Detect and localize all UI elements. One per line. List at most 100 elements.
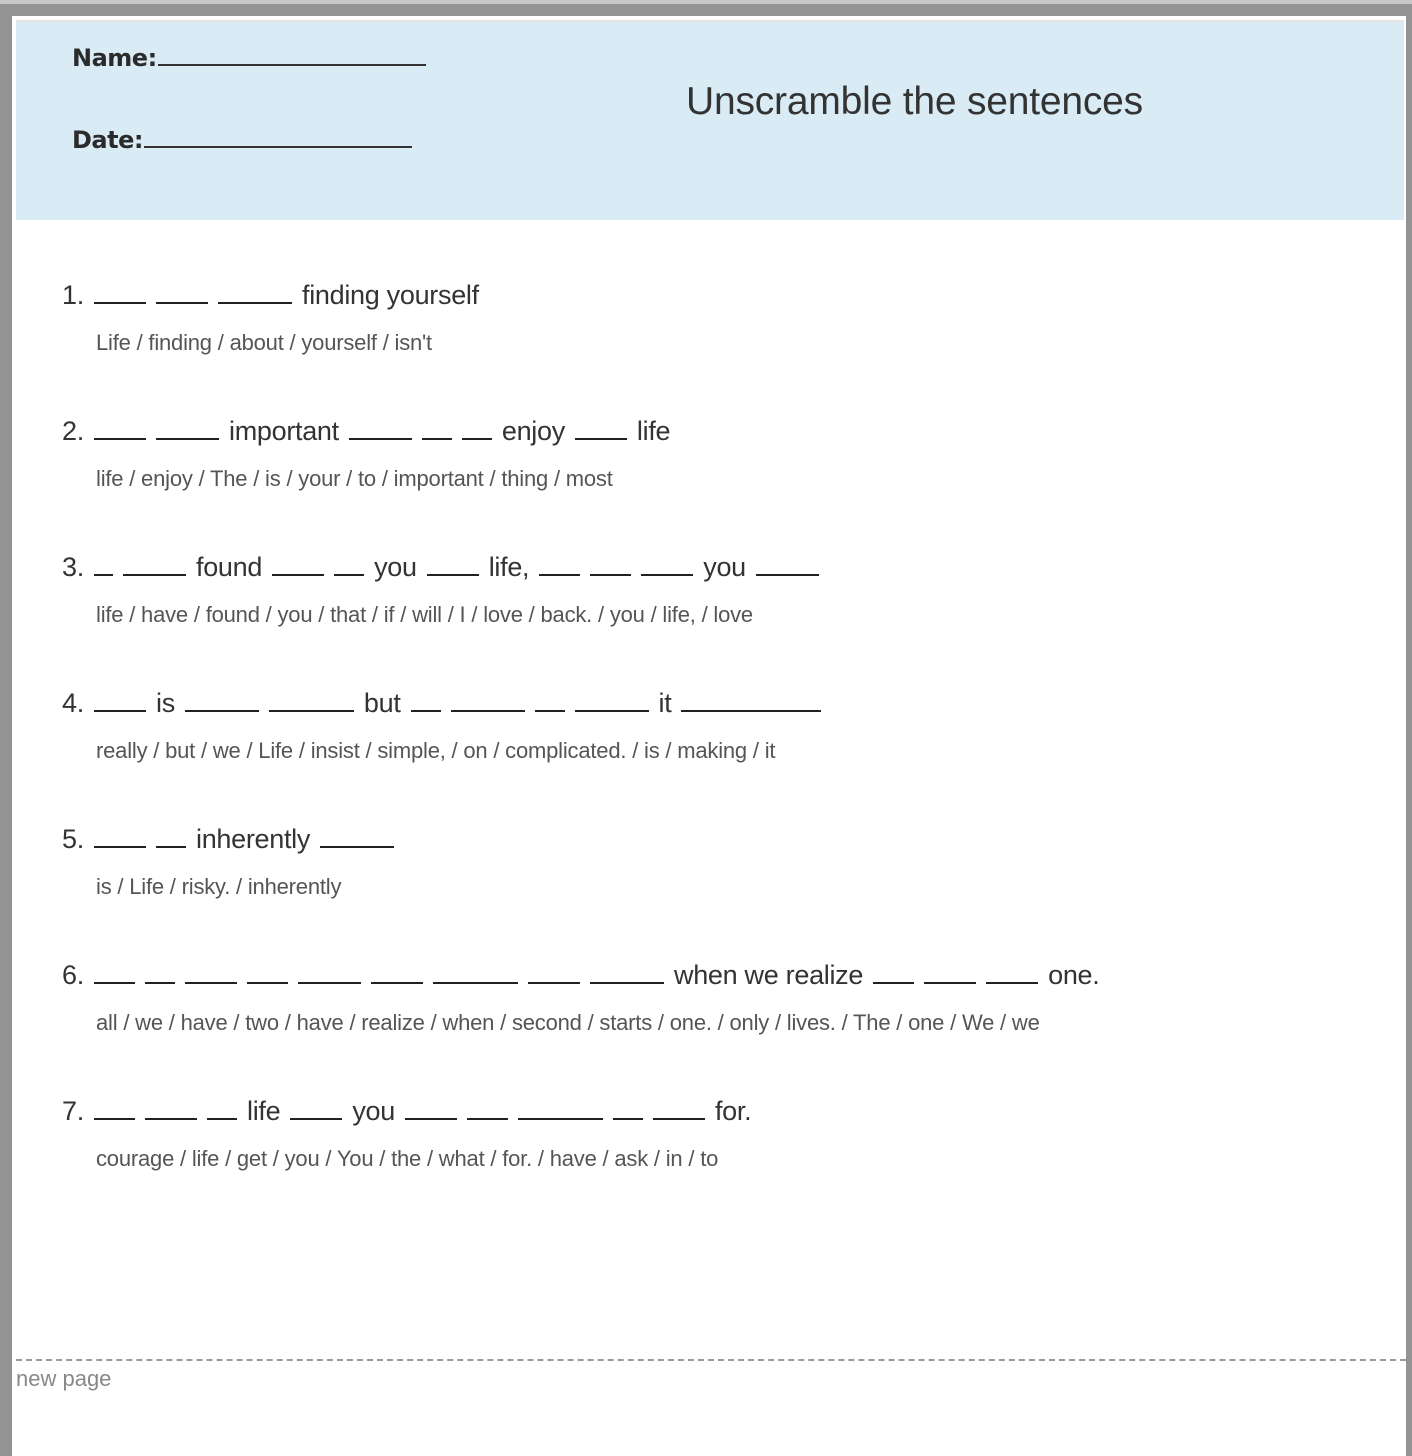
- answer-blank[interactable]: [404, 1094, 457, 1120]
- answer-blank[interactable]: [290, 1094, 343, 1120]
- exercise-item: 1. finding yourself Life / finding / about…: [62, 278, 1362, 414]
- given-word: when we realize: [674, 960, 864, 990]
- answer-blank[interactable]: [218, 278, 292, 304]
- answer-blank[interactable]: [272, 550, 325, 576]
- answer-blank[interactable]: [94, 550, 113, 576]
- given-word: life,: [488, 552, 530, 582]
- answer-blank[interactable]: [156, 822, 186, 848]
- given-word: you: [352, 1096, 395, 1126]
- answer-blank[interactable]: [94, 958, 135, 984]
- given-word: for.: [714, 1096, 752, 1126]
- exercise-number: 6.: [62, 960, 84, 990]
- date-field[interactable]: Date:: [72, 126, 412, 154]
- answer-blank[interactable]: [539, 550, 581, 576]
- answer-blank[interactable]: [184, 686, 259, 712]
- answer-blank[interactable]: [334, 550, 365, 576]
- answer-blank[interactable]: [145, 1094, 197, 1120]
- exercise-number: 5.: [62, 824, 84, 854]
- exercise-item: 6. when we realize one. all / we / have / t…: [62, 958, 1362, 1094]
- answer-blank[interactable]: [641, 550, 694, 576]
- scrambled-word-bank: life / enjoy / The / is / your / to / im…: [96, 466, 613, 491]
- answer-blank[interactable]: [123, 550, 186, 576]
- exercise-number: 4.: [62, 688, 84, 718]
- answer-blank[interactable]: [612, 1094, 643, 1120]
- answer-blank[interactable]: [94, 822, 146, 848]
- scrambled-word-bank: life / have / found / you / that / if / …: [96, 602, 753, 627]
- answer-blank[interactable]: [94, 414, 146, 440]
- answer-blank[interactable]: [94, 1094, 135, 1120]
- answer-blank[interactable]: [450, 686, 525, 712]
- given-word: you: [374, 552, 417, 582]
- exercise-sentence: 2. important enjoy life: [62, 414, 1362, 454]
- answer-blank[interactable]: [320, 822, 395, 848]
- answer-blank[interactable]: [156, 414, 219, 440]
- answer-blank[interactable]: [348, 414, 412, 440]
- given-word: enjoy: [501, 416, 565, 446]
- exercise-number: 7.: [62, 1096, 84, 1126]
- date-label: Date:: [72, 126, 143, 154]
- answer-blank[interactable]: [268, 686, 354, 712]
- exercise-item: 7. life you for. courage / life / get / you …: [62, 1094, 1362, 1230]
- answer-blank[interactable]: [145, 958, 175, 984]
- exercise-number: 2.: [62, 416, 84, 446]
- given-word: found: [196, 552, 263, 582]
- answer-blank[interactable]: [986, 958, 1039, 984]
- scrambled-word-bank: courage / life / get / you / You / the /…: [96, 1146, 719, 1171]
- given-word: life: [247, 1096, 281, 1126]
- answer-blank[interactable]: [590, 958, 664, 984]
- exercise-item: 2. important enjoy life life / enjoy / The /…: [62, 414, 1362, 550]
- answer-blank[interactable]: [433, 958, 518, 984]
- worksheet-page: Name: Date: Unscramble the sentences 1. f…: [12, 16, 1406, 1456]
- date-line[interactable]: [143, 145, 412, 148]
- answer-blank[interactable]: [534, 686, 565, 712]
- given-word: important: [229, 416, 339, 446]
- answer-blank[interactable]: [574, 686, 649, 712]
- given-word: you: [703, 552, 746, 582]
- exercise-sentence: 3. found you life, you: [62, 550, 1362, 590]
- worksheet-title: Unscramble the sentences: [686, 80, 1143, 123]
- answer-blank[interactable]: [574, 414, 627, 440]
- answer-blank[interactable]: [94, 278, 146, 304]
- given-word: inherently: [196, 824, 311, 854]
- page-break-divider: [16, 1359, 1406, 1361]
- answer-blank[interactable]: [873, 958, 915, 984]
- exercise-sentence: 5. inherently: [62, 822, 1362, 862]
- exercise-sentence: 7. life you for.: [62, 1094, 1362, 1134]
- worksheet-header: Name: Date: Unscramble the sentences: [16, 20, 1404, 220]
- answer-blank[interactable]: [517, 1094, 603, 1120]
- given-word: it: [658, 688, 672, 718]
- answer-blank[interactable]: [247, 958, 288, 984]
- answer-blank[interactable]: [371, 958, 423, 984]
- answer-blank[interactable]: [461, 414, 492, 440]
- answer-blank[interactable]: [94, 686, 146, 712]
- exercise-list: 1. finding yourself Life / finding / about…: [62, 278, 1362, 1230]
- given-word: one.: [1048, 960, 1100, 990]
- answer-blank[interactable]: [924, 958, 977, 984]
- page-break-label: new page: [16, 1366, 112, 1391]
- answer-blank[interactable]: [528, 958, 580, 984]
- scrambled-word-bank: is / Life / risky. / inherently: [96, 874, 342, 899]
- answer-blank[interactable]: [426, 550, 479, 576]
- answer-blank[interactable]: [590, 550, 632, 576]
- given-word: life: [636, 416, 671, 446]
- exercise-item: 3. found you life, you life / have / found / …: [62, 550, 1362, 686]
- window-top-edge: [0, 0, 1412, 4]
- scrambled-word-bank: really / but / we / Life / insist / simp…: [96, 738, 776, 763]
- answer-blank[interactable]: [681, 686, 822, 712]
- answer-blank[interactable]: [466, 1094, 508, 1120]
- answer-blank[interactable]: [410, 686, 441, 712]
- exercise-sentence: 6. when we realize one.: [62, 958, 1362, 998]
- answer-blank[interactable]: [185, 958, 237, 984]
- answer-blank[interactable]: [156, 278, 208, 304]
- answer-blank[interactable]: [652, 1094, 705, 1120]
- answer-blank[interactable]: [421, 414, 452, 440]
- given-word: but: [363, 688, 401, 718]
- exercise-number: 3.: [62, 552, 84, 582]
- name-line[interactable]: [157, 63, 426, 66]
- answer-blank[interactable]: [298, 958, 361, 984]
- name-field[interactable]: Name:: [72, 44, 426, 72]
- answer-blank[interactable]: [207, 1094, 237, 1120]
- exercise-item: 4. is but it really / but / we / Life / insi…: [62, 686, 1362, 822]
- scrambled-word-bank: Life / finding / about / yourself / isn'…: [96, 330, 432, 355]
- answer-blank[interactable]: [755, 550, 819, 576]
